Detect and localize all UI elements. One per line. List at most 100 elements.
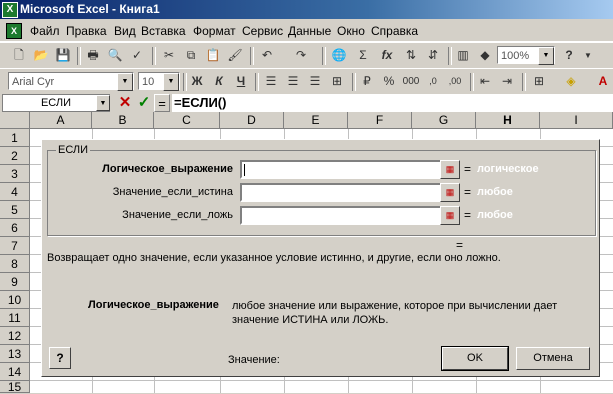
row-header[interactable]: 3: [0, 165, 30, 183]
new-document-icon[interactable]: 🗋: [10, 47, 28, 64]
merge-center-icon[interactable]: ⊞: [328, 73, 346, 90]
value-if-false-input[interactable]: [240, 206, 460, 225]
text-cursor: [244, 164, 245, 176]
hyperlink-icon[interactable]: 🌐: [330, 47, 348, 64]
column-header-b[interactable]: B: [92, 112, 154, 129]
row-header[interactable]: 9: [0, 273, 30, 291]
value-if-true-input[interactable]: [240, 183, 460, 202]
row-header[interactable]: 7: [0, 237, 30, 255]
menu-tools[interactable]: Сервис: [242, 24, 283, 38]
percent-icon[interactable]: %: [380, 73, 398, 90]
copy-icon[interactable]: ⧉: [182, 47, 200, 64]
row-header[interactable]: 2: [0, 147, 30, 165]
row-header[interactable]: 4: [0, 183, 30, 201]
excel-app-icon[interactable]: X: [2, 2, 18, 18]
row-header[interactable]: 11: [0, 309, 30, 327]
underline-button[interactable]: Ч: [232, 73, 250, 90]
select-all-corner[interactable]: [0, 112, 30, 129]
row-header[interactable]: 12: [0, 327, 30, 345]
column-header-g[interactable]: G: [412, 112, 476, 129]
row-header[interactable]: 6: [0, 219, 30, 237]
toolbar-separator: [183, 73, 187, 91]
chevron-down-icon[interactable]: ▼: [96, 95, 110, 111]
spelling-icon[interactable]: ✓: [128, 47, 146, 64]
help-button[interactable]: ?: [49, 347, 71, 369]
row-header[interactable]: 10: [0, 291, 30, 309]
print-preview-icon[interactable]: 🔍: [106, 47, 124, 64]
bold-button[interactable]: Ж: [188, 73, 206, 90]
column-header-c[interactable]: C: [154, 112, 220, 129]
menu-view[interactable]: Вид: [114, 24, 136, 38]
decrease-indent-icon[interactable]: ⇤: [476, 73, 494, 90]
standard-toolbar: 🗋 📂 💾 🖶 🔍 ✓ ✂ ⧉ 📋 🖌 ↶ ↷ 🌐 Σ fx ⇅ ⇵ ▥ ◆ 1…: [0, 42, 613, 70]
row-header[interactable]: 8: [0, 255, 30, 273]
drawing-icon[interactable]: ◆: [476, 47, 494, 64]
help-icon[interactable]: ?: [560, 47, 578, 64]
borders-icon[interactable]: ⊞: [530, 73, 548, 90]
chart-wizard-icon[interactable]: ▥: [454, 47, 472, 64]
save-icon[interactable]: 💾: [54, 47, 72, 64]
ok-button[interactable]: OK: [441, 346, 509, 371]
row-header[interactable]: 1: [0, 129, 30, 147]
paste-icon[interactable]: 📋: [204, 47, 222, 64]
autosum-icon[interactable]: Σ: [354, 47, 372, 64]
row-header[interactable]: 5: [0, 201, 30, 219]
comma-style-icon[interactable]: 000: [402, 73, 420, 90]
menu-edit[interactable]: Правка: [66, 24, 107, 38]
sort-ascending-icon[interactable]: ⇅: [402, 47, 420, 64]
zoom-combo[interactable]: 100% ▼: [497, 46, 555, 65]
column-header-i[interactable]: I: [540, 112, 613, 129]
chevron-down-icon[interactable]: ▼: [163, 73, 179, 91]
sort-descending-icon[interactable]: ⇵: [424, 47, 442, 64]
italic-button[interactable]: К: [210, 73, 228, 90]
chevron-down-icon[interactable]: ▼: [117, 73, 133, 91]
font-name-combo[interactable]: Arial Cyr ▼: [8, 72, 134, 91]
menu-file[interactable]: Файл: [30, 24, 60, 38]
currency-icon[interactable]: ₽: [358, 73, 376, 90]
cancel-edit-button[interactable]: ✕: [117, 94, 133, 112]
menu-insert[interactable]: Вставка: [141, 24, 186, 38]
column-header-d[interactable]: D: [220, 112, 284, 129]
chevron-down-icon[interactable]: ▼: [538, 47, 554, 65]
font-color-icon[interactable]: A: [594, 73, 612, 90]
menu-help[interactable]: Справка: [371, 24, 418, 38]
column-header-h[interactable]: H: [476, 112, 540, 129]
increase-decimal-icon[interactable]: ,0: [424, 73, 442, 90]
formula-input[interactable]: =ЕСЛИ(): [172, 94, 613, 112]
increase-indent-icon[interactable]: ⇥: [498, 73, 516, 90]
cancel-button[interactable]: Отмена: [516, 347, 590, 370]
insert-function-icon[interactable]: fx: [378, 47, 396, 64]
menu-window[interactable]: Окно: [337, 24, 365, 38]
align-left-icon[interactable]: ☰: [262, 73, 280, 90]
workbook-icon[interactable]: X: [6, 23, 22, 39]
column-header-f[interactable]: F: [348, 112, 412, 129]
collapse-dialog-icon[interactable]: ▦: [440, 160, 460, 179]
column-header-a[interactable]: A: [30, 112, 92, 129]
row-header[interactable]: 14: [0, 363, 30, 381]
print-icon[interactable]: 🖶: [84, 47, 102, 64]
align-right-icon[interactable]: ☰: [306, 73, 324, 90]
name-box[interactable]: ЕСЛИ: [2, 94, 110, 112]
open-folder-icon[interactable]: 📂: [32, 47, 50, 64]
font-size-combo[interactable]: 10 ▼: [138, 72, 180, 91]
menu-format[interactable]: Формат: [193, 24, 236, 38]
decrease-decimal-icon[interactable]: ,00: [446, 73, 464, 90]
cut-icon[interactable]: ✂: [160, 47, 178, 64]
chevron-down-icon[interactable]: ▼: [579, 47, 597, 64]
logical-test-input[interactable]: [240, 160, 460, 179]
collapse-dialog-icon[interactable]: ▦: [440, 206, 460, 225]
fill-color-icon[interactable]: ◈: [562, 73, 580, 90]
collapse-dialog-icon[interactable]: ▦: [440, 183, 460, 202]
align-center-icon[interactable]: ☰: [284, 73, 302, 90]
format-painter-icon[interactable]: 🖌: [226, 47, 244, 64]
enter-edit-button[interactable]: ✓: [136, 94, 152, 112]
toolbar-separator: [255, 73, 259, 91]
toolbar-separator: [322, 47, 326, 65]
row-header[interactable]: 13: [0, 345, 30, 363]
undo-icon[interactable]: ↶: [258, 47, 276, 64]
row-header[interactable]: 15: [0, 381, 30, 393]
menu-data[interactable]: Данные: [288, 24, 331, 38]
redo-icon[interactable]: ↷: [292, 47, 310, 64]
edit-formula-button[interactable]: =: [154, 94, 170, 112]
column-header-e[interactable]: E: [284, 112, 348, 129]
